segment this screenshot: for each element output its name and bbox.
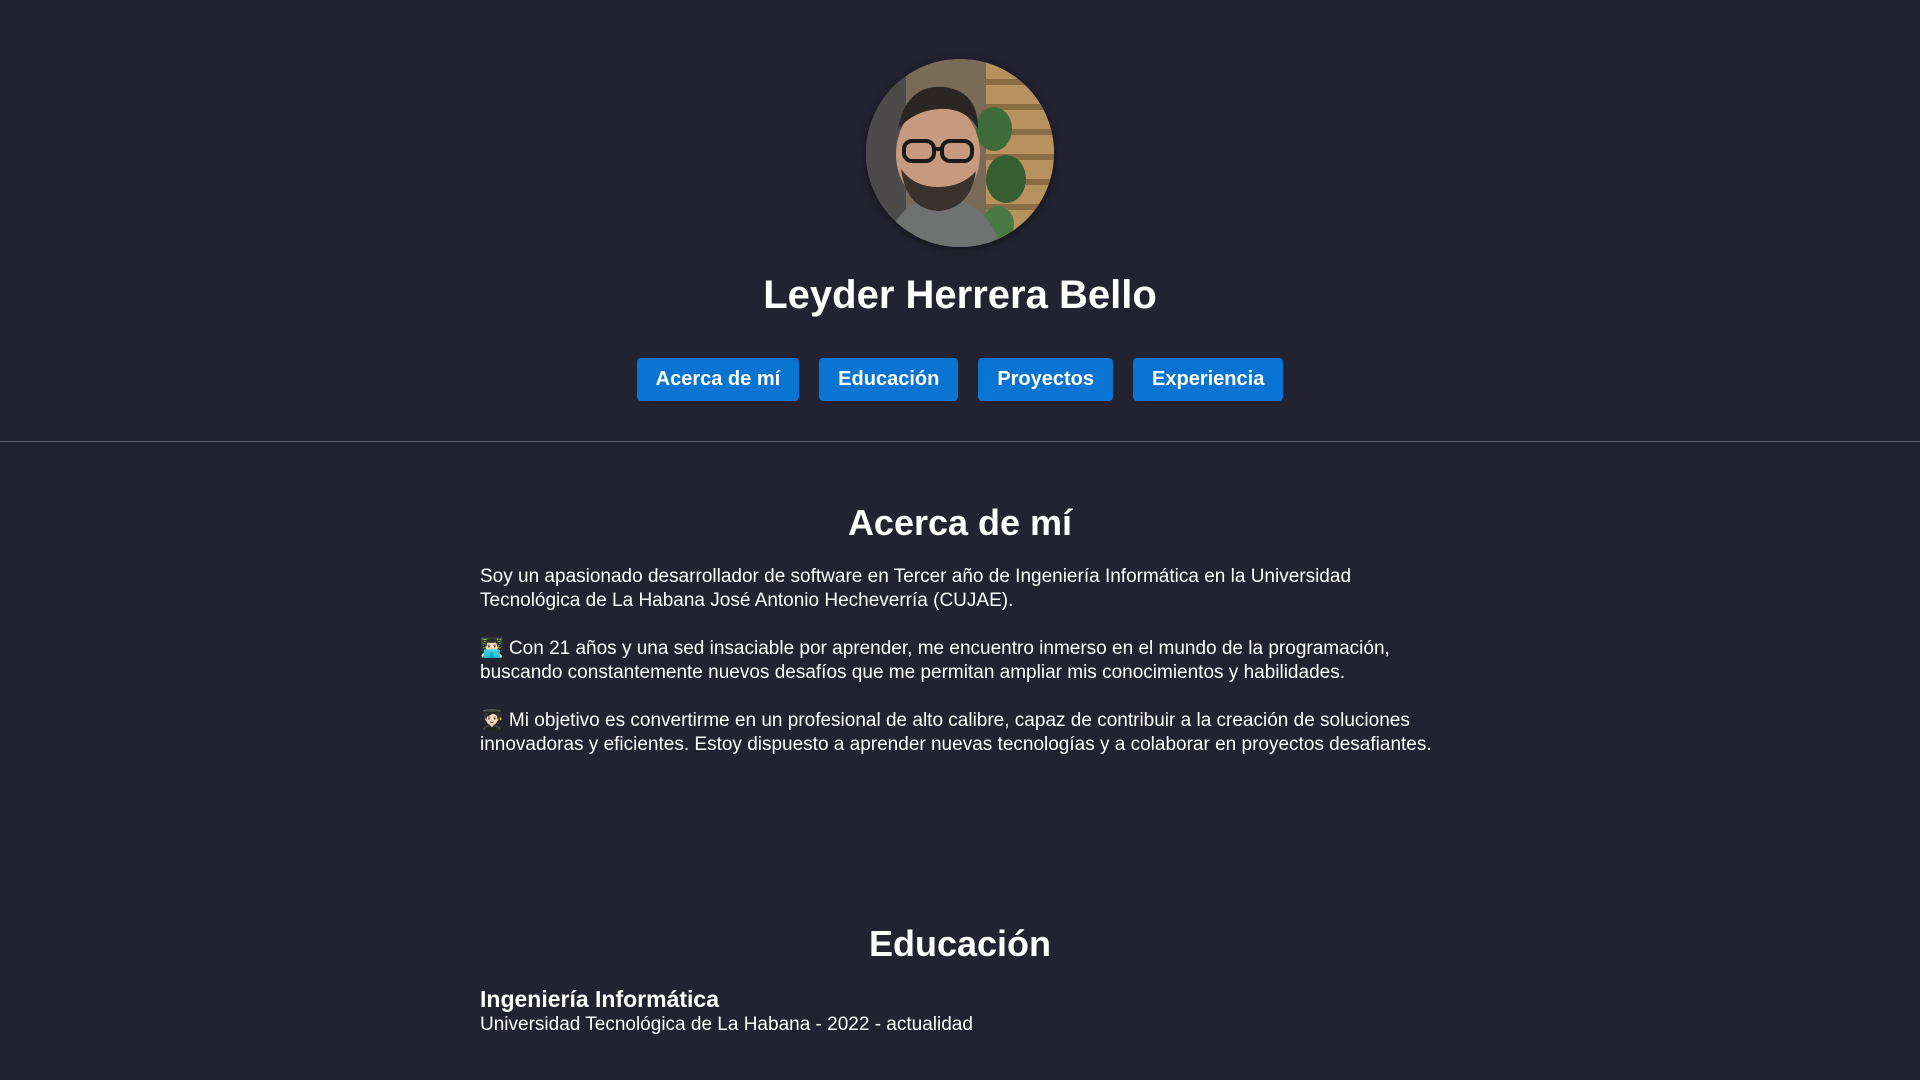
education-entry: Ingeniería Informática Universidad Tecno… [480, 986, 1440, 1037]
education-degree: Ingeniería Informática [480, 986, 720, 1012]
avatar-photo [866, 59, 1054, 247]
profile-name: Leyder Herrera Bello [763, 273, 1157, 317]
profile-header: Leyder Herrera Bello Acerca de mí Educac… [0, 0, 1920, 442]
about-title: Acerca de mí [847, 502, 1073, 543]
nav-button-experience[interactable]: Experiencia [1133, 358, 1284, 401]
nav-button-about[interactable]: Acerca de mí [636, 358, 800, 401]
education-title: Educación [868, 923, 1052, 964]
section-nav: Acerca de mí Educación Proyectos Experie… [0, 358, 1920, 401]
education-details: Universidad Tecnológica de La Habana - 2… [480, 1014, 973, 1035]
about-paragraph: 👨🏻‍💻 Con 21 años y una sed insaciable po… [480, 638, 1390, 683]
about-paragraph: 🧑🏻‍🎓 Mi objetivo es convertirme en un pr… [480, 710, 1432, 755]
nav-button-projects[interactable]: Proyectos [978, 358, 1114, 401]
nav-button-education[interactable]: Educación [819, 358, 959, 401]
avatar [866, 59, 1054, 247]
about-text: Soy un apasionado desarrollador de softw… [480, 565, 1440, 781]
about-paragraph: Soy un apasionado desarrollador de softw… [480, 566, 1352, 611]
